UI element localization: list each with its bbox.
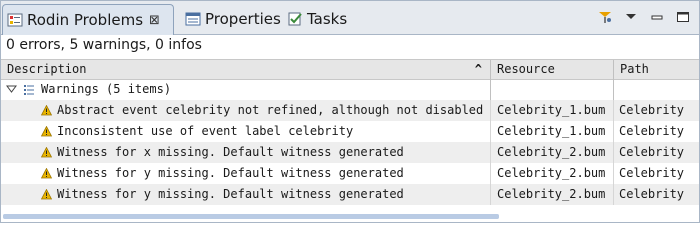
horizontal-scrollbar[interactable] [3, 214, 499, 219]
tab-label: Properties [205, 10, 281, 28]
problem-path: Celebrity [619, 124, 685, 138]
problem-description: Abstract event celebrity not refined, al… [57, 103, 484, 117]
problem-resource: Celebrity_1.bum [497, 103, 606, 117]
problem-description: Witness for x missing. Default witness g… [57, 145, 404, 159]
problems-view: Rodin Problems ⊠ Properties Tasks 0 erro… [0, 0, 700, 223]
table-row[interactable]: Witness for x missing. Default witness g… [1, 142, 699, 163]
table-row[interactable]: Abstract event celebrity not refined, al… [1, 100, 699, 121]
tab-rodin-problems[interactable]: Rodin Problems ⊠ [2, 4, 174, 35]
problem-path: Celebrity [619, 166, 685, 180]
tasks-icon [287, 11, 303, 27]
column-divider [613, 184, 614, 205]
problems-icon [7, 12, 23, 28]
warnings-group-icon [23, 79, 37, 100]
view-tab-bar: Rodin Problems ⊠ Properties Tasks [1, 1, 699, 35]
table-row[interactable]: Inconsistent use of event label celebrit… [1, 121, 699, 142]
collapse-toggle-icon[interactable] [6, 79, 18, 100]
problem-description: Witness for y missing. Default witness g… [57, 187, 404, 201]
column-divider [490, 142, 491, 163]
warning-icon [40, 104, 53, 116]
table-header: Description ^ Resource Path [1, 59, 699, 80]
properties-icon [185, 11, 201, 27]
tab-label: Rodin Problems [27, 11, 144, 29]
problem-path: Celebrity [619, 103, 685, 117]
group-label: Warnings (5 items) [41, 82, 172, 96]
column-divider [490, 121, 491, 142]
warning-icon [40, 167, 53, 179]
column-divider [613, 163, 614, 184]
problem-resource: Celebrity_2.bum [497, 166, 606, 180]
warning-icon [40, 125, 53, 137]
column-divider [613, 121, 614, 142]
column-header-description[interactable]: Description ^ [1, 60, 490, 79]
warning-icon [40, 146, 53, 158]
sort-ascending-icon: ^ [474, 62, 482, 76]
column-divider [490, 184, 491, 205]
column-header-path[interactable]: Path [614, 60, 699, 79]
maximize-icon[interactable] [675, 9, 691, 25]
column-label: Resource [497, 62, 555, 76]
problem-resource: Celebrity_2.bum [497, 145, 606, 159]
group-row-warnings[interactable]: Warnings (5 items) [1, 79, 699, 100]
view-menu-icon[interactable] [623, 9, 639, 25]
table-row[interactable]: Witness for y missing. Default witness g… [1, 163, 699, 184]
problem-description: Witness for y missing. Default witness g… [57, 166, 404, 180]
column-divider [490, 163, 491, 184]
problem-path: Celebrity [619, 145, 685, 159]
column-label: Path [620, 62, 649, 76]
filter-icon[interactable] [597, 9, 613, 25]
problems-summary: 0 errors, 5 warnings, 0 infos [6, 37, 202, 53]
column-divider [613, 79, 614, 100]
column-header-resource[interactable]: Resource [491, 60, 613, 79]
table-row[interactable]: Witness for y missing. Default witness g… [1, 184, 699, 205]
column-divider [490, 100, 491, 121]
scrollbar-thumb[interactable] [3, 214, 499, 219]
column-divider [490, 79, 491, 100]
warning-icon [40, 188, 53, 200]
column-divider [613, 100, 614, 121]
problem-resource: Celebrity_2.bum [497, 187, 606, 201]
close-icon[interactable]: ⊠ [149, 13, 160, 28]
tab-properties[interactable]: Properties [181, 4, 281, 34]
problem-path: Celebrity [619, 187, 685, 201]
tab-label: Tasks [307, 10, 348, 28]
minimize-icon[interactable] [649, 9, 665, 25]
column-divider [613, 142, 614, 163]
view-toolbar [597, 9, 691, 25]
column-label: Description [7, 62, 87, 76]
problem-description: Inconsistent use of event label celebrit… [57, 124, 354, 138]
tab-tasks[interactable]: Tasks [283, 4, 347, 34]
problem-resource: Celebrity_1.bum [497, 124, 606, 138]
